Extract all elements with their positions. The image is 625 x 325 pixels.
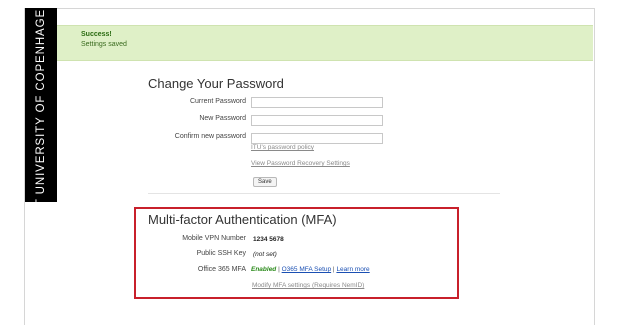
confirm-password-input[interactable] <box>251 133 383 144</box>
mfa-heading: Multi-factor Authentication (MFA) <box>148 212 337 227</box>
current-password-input[interactable] <box>251 97 383 108</box>
current-password-label: Current Password <box>189 98 246 105</box>
learn-more-link[interactable]: Learn more <box>336 266 369 273</box>
change-password-heading: Change Your Password <box>148 76 284 91</box>
modify-mfa-link[interactable]: Modify MFA settings (Requires NemID) <box>252 282 364 289</box>
new-password-input[interactable] <box>251 115 383 126</box>
institution-name: IT UNIVERSITY OF COPENHAGEN <box>35 0 47 211</box>
o365-status: Enabled <box>251 266 277 273</box>
new-password-label: New Password <box>199 115 246 122</box>
success-alert: Success! Settings saved <box>57 25 593 61</box>
password-recovery-link[interactable]: View Password Recovery Settings <box>251 160 350 167</box>
section-divider <box>148 193 500 194</box>
save-button[interactable]: Save <box>253 177 277 187</box>
o365-mfa-value: Enabled | O365 MFA Setup | Learn more <box>251 266 370 273</box>
institution-sidebar: IT UNIVERSITY OF COPENHAGEN <box>25 0 57 210</box>
o365-mfa-label: Office 365 MFA <box>197 266 246 273</box>
alert-title: Success! <box>81 31 112 38</box>
vpn-number-value: 1234 5678 <box>253 236 284 243</box>
ssh-key-value: (not set) <box>253 251 277 258</box>
ssh-key-label: Public SSH Key <box>196 250 246 257</box>
o365-setup-link[interactable]: O365 MFA Setup <box>282 266 332 273</box>
vpn-number-label: Mobile VPN Number <box>182 235 246 242</box>
password-policy-link[interactable]: ITU's password policy <box>251 144 314 151</box>
alert-message: Settings saved <box>81 41 127 48</box>
confirm-password-label: Confirm new password <box>174 133 246 140</box>
